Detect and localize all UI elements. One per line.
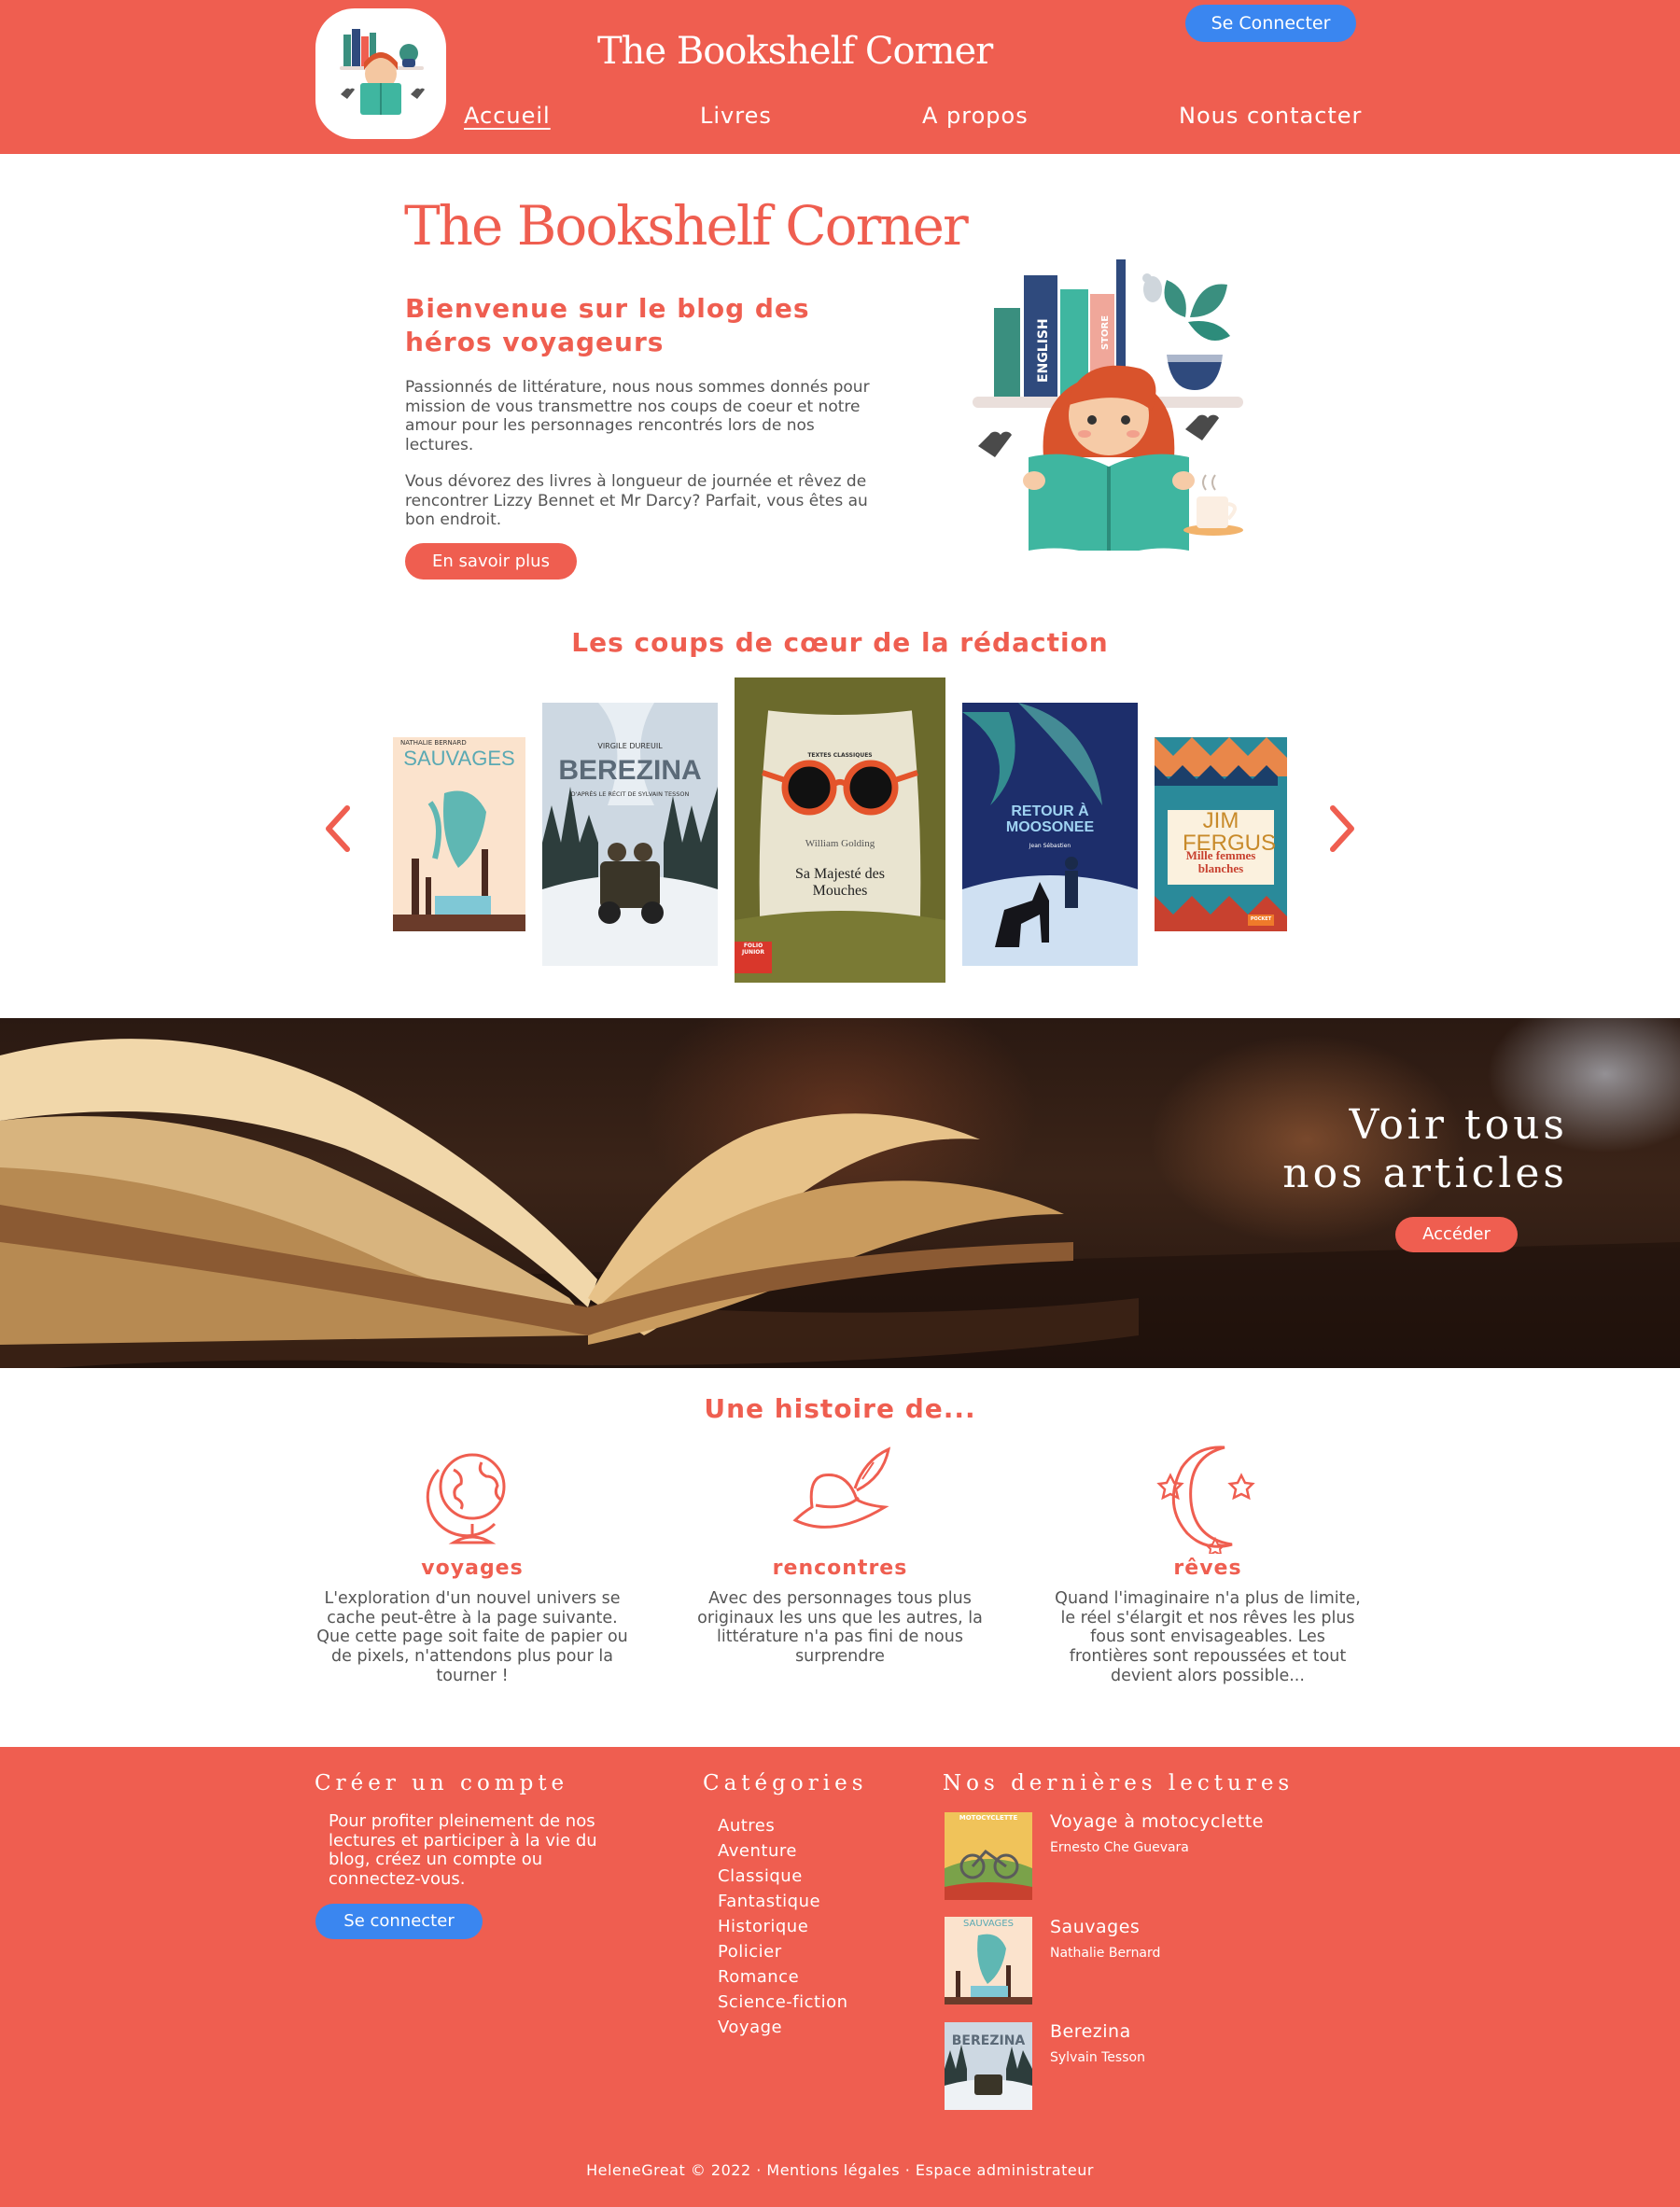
hero-subtitle: Bienvenue sur le blog des héros voyageur… [405, 293, 810, 357]
cover-title: Mille femmes blanches [1185, 848, 1256, 875]
banner-title-line2: nos articles [1282, 1150, 1568, 1197]
thumb-title: MOTOCYCLETTE [959, 1814, 1018, 1822]
category-link-policier[interactable]: Policier [718, 1942, 782, 1962]
book-cover-sa-majeste-des-mouches[interactable]: TEXTES CLASSIQUES William Golding Sa Maj… [735, 677, 945, 983]
nav-accueil[interactable]: Accueil [464, 103, 551, 129]
chevron-left-icon[interactable] [319, 801, 357, 857]
thumb-title: BEREZINA [951, 2033, 1026, 2048]
footer-account-text: Pour profiter pleinement de nos lectures… [329, 1811, 597, 1889]
globe-icon [426, 1453, 506, 1544]
banner-title: Voir tous nos articles [1269, 1101, 1568, 1198]
story-text-reves: Quand l'imaginaire n'a plus de limite, l… [1055, 1589, 1361, 1685]
category-link-aventure[interactable]: Aventure [718, 1841, 797, 1861]
cover-author: Jean Sébastien [1029, 843, 1071, 849]
spine-store: STORE [1100, 315, 1111, 350]
cover-title: RETOUR À MOOSONEE [1005, 803, 1095, 835]
thumb-art-motocyclette [945, 1812, 1032, 1900]
access-articles-button[interactable]: Accéder [1395, 1217, 1518, 1252]
category-link-science-fiction[interactable]: Science-fiction [718, 1992, 848, 2012]
category-link-historique[interactable]: Historique [718, 1917, 808, 1936]
cover-title: Sa Majesté des Mouches [795, 866, 885, 899]
nav-livres[interactable]: Livres [700, 103, 772, 129]
latest-thumb-sauvages[interactable]: SAUVAGES [945, 1917, 1032, 2004]
category-link-autres[interactable]: Autres [718, 1816, 775, 1836]
book-cover-mille-femmes-blanches[interactable]: JIM FERGUS Mille femmes blanches POCKET [1155, 737, 1287, 931]
book-cover-sauvages[interactable]: NATHALIE BERNARD SAUVAGES [393, 737, 525, 931]
thumb-title: SAUVAGES [963, 1919, 1014, 1929]
site-logo[interactable] [315, 8, 446, 139]
latest-thumb-berezina[interactable]: BEREZINA [945, 2022, 1032, 2110]
story-title-rencontres: rencontres [772, 1557, 908, 1580]
category-link-classique[interactable]: Classique [718, 1866, 803, 1886]
hero-title: The Bookshelf Corner [404, 194, 969, 258]
cover-author: NATHALIE BERNARD [400, 739, 467, 747]
footer-categories-heading: Catégories [703, 1771, 868, 1795]
site-title[interactable]: The Bookshelf Corner [597, 30, 993, 73]
chevron-right-icon[interactable] [1323, 801, 1361, 857]
book-cover-berezina[interactable]: VIRGILE DUREUIL BEREZINA D'APRÈS LE RÉCI… [542, 703, 718, 966]
banner-title-line1: Voir tous [1349, 1101, 1568, 1149]
login-button[interactable]: Se Connecter [1185, 5, 1356, 42]
latest-thumb-motocyclette[interactable]: MOTOCYCLETTE [945, 1812, 1032, 1900]
latest-author-2: Nathalie Bernard [1050, 1946, 1161, 1961]
cover-title: BEREZINA [558, 755, 702, 786]
book-cover-retour-a-moosonee[interactable]: RETOUR À MOOSONEE Jean Sébastien [962, 703, 1138, 966]
hero-paragraph-2: Vous dévorez des livres à longueur de jo… [405, 472, 868, 529]
moon-stars-icon [1156, 1446, 1255, 1554]
category-link-voyage[interactable]: Voyage [718, 2018, 782, 2037]
nav-a-propos[interactable]: A propos [922, 103, 1029, 129]
stories-heading: Une histoire de... [704, 1393, 976, 1424]
cover-badge: POCKET [1250, 916, 1272, 922]
reading-girl-illustration: ENGLISH STORE [973, 259, 1243, 551]
hero-paragraph-1: Passionnés de littérature, nous nous som… [405, 378, 870, 454]
latest-author-3: Sylvain Tesson [1050, 2050, 1145, 2065]
footer-copyright[interactable]: HeleneGreat © 2022 · Mentions légales · … [0, 2161, 1680, 2179]
story-text-voyages: L'exploration d'un nouvel univers se cac… [316, 1589, 628, 1685]
story-title-reves: rêves [1173, 1557, 1242, 1580]
spine-english: ENGLISH [1036, 318, 1051, 383]
story-title-voyages: voyages [421, 1557, 524, 1580]
footer-account-heading: Créer un compte [315, 1771, 569, 1795]
cover-author: William Golding [805, 838, 875, 849]
favorites-heading: Les coups de cœur de la rédaction [571, 627, 1109, 658]
cover-series: TEXTES CLASSIQUES [807, 752, 873, 759]
thumb-art-sauvages [945, 1917, 1032, 2004]
footer-latest-heading: Nos dernières lectures [943, 1771, 1295, 1795]
latest-title-3[interactable]: Berezina [1050, 2021, 1131, 2042]
story-text-rencontres: Avec des personnages tous plus originaux… [697, 1589, 983, 1667]
logo-illustration [340, 29, 425, 115]
latest-title-2[interactable]: Sauvages [1050, 1917, 1140, 1937]
cover-subtitle: D'APRÈS LE RÉCIT DE SYLVAIN TESSON [570, 790, 690, 798]
site-header [0, 0, 1680, 154]
latest-title-1[interactable]: Voyage à motocyclette [1050, 1811, 1264, 1832]
category-link-fantastique[interactable]: Fantastique [718, 1892, 820, 1911]
cover-author: VIRGILE DUREUIL [597, 742, 663, 750]
latest-author-1: Ernesto Che Guevara [1050, 1840, 1189, 1855]
nav-contact[interactable]: Nous contacter [1179, 103, 1362, 129]
cover-art-mouches [735, 677, 945, 983]
category-link-romance[interactable]: Romance [718, 1967, 799, 1987]
learn-more-button[interactable]: En savoir plus [405, 543, 577, 580]
site-footer [0, 1747, 1680, 2207]
cover-title: SAUVAGES [403, 747, 515, 770]
cover-badge: FOLIO JUNIOR [741, 943, 765, 956]
footer-signup-button[interactable]: Se connecter [315, 1904, 483, 1939]
hat-icon [792, 1446, 891, 1529]
